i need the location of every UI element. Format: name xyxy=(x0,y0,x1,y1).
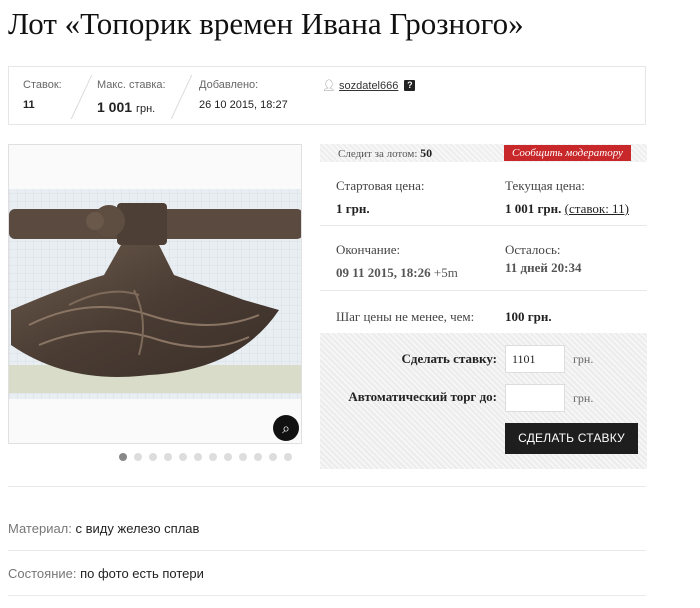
end-date: 09 11 2015, 18:26 xyxy=(336,265,431,280)
maxbid-stat: Макс. ставка: 1 001 грн. xyxy=(97,79,166,115)
current-price-label: Текущая цена: xyxy=(505,178,585,193)
bids-label: Ставок: xyxy=(23,79,62,91)
bid-unit: грн. xyxy=(573,352,594,366)
pagination-dot[interactable] xyxy=(179,453,187,461)
start-price: Стартовая цена: 1 грн. xyxy=(336,178,424,217)
zoom-icon[interactable]: ⌕ xyxy=(273,415,299,441)
bid-label: Сделать ставку: xyxy=(401,351,497,366)
current-price-amount: 1 001 грн. xyxy=(505,201,562,216)
divider xyxy=(70,75,93,119)
left-value: 11 дней 20:34 xyxy=(505,260,582,275)
pagination-dot[interactable] xyxy=(254,453,262,461)
maxbid-amount: 1 001 xyxy=(97,99,133,115)
pagination-dot[interactable] xyxy=(239,453,247,461)
axe-photo xyxy=(9,189,301,399)
image-pagination xyxy=(119,453,292,461)
added-value: 26 10 2015, 18:27 xyxy=(199,99,288,111)
end-tz: +5m xyxy=(433,265,458,280)
auto-bid-input[interactable] xyxy=(505,384,565,412)
pagination-dot[interactable] xyxy=(224,453,232,461)
pagination-dot[interactable] xyxy=(119,453,127,461)
end-time: Окончание: 09 11 2015, 18:26 +5m xyxy=(336,242,458,281)
attribute-key: Состояние: xyxy=(8,566,77,581)
start-price-value: 1 грн. xyxy=(336,201,370,216)
divider xyxy=(8,486,646,487)
left-label: Осталось: xyxy=(505,242,561,257)
pagination-dot[interactable] xyxy=(194,453,202,461)
lot-stats-bar: Ставок: 11 Макс. ставка: 1 001 грн. Доба… xyxy=(8,66,646,125)
pagination-dot[interactable] xyxy=(284,453,292,461)
pagination-dot[interactable] xyxy=(149,453,157,461)
divider xyxy=(170,75,193,119)
divider xyxy=(320,290,647,291)
help-icon[interactable]: ? xyxy=(404,80,416,91)
start-price-label: Стартовая цена: xyxy=(336,178,425,193)
pagination-dot[interactable] xyxy=(209,453,217,461)
attribute-material: Материал: с виду железо сплав xyxy=(8,521,199,536)
pagination-dot[interactable] xyxy=(269,453,277,461)
bids-stat: Ставок: 11 xyxy=(23,79,62,111)
bids-link[interactable]: (ставок: 11) xyxy=(565,201,629,216)
attribute-condition: Состояние: по фото есть потери xyxy=(8,566,204,581)
place-bid-button[interactable]: СДЕЛАТЬ СТАВКУ xyxy=(505,423,638,454)
bids-value: 11 xyxy=(23,99,35,111)
end-value: 09 11 2015, 18:26 +5m xyxy=(336,265,458,281)
pagination-dot[interactable] xyxy=(164,453,172,461)
bid-amount-input[interactable]: 1101 xyxy=(505,345,565,373)
maxbid-unit: грн. xyxy=(135,103,156,115)
attribute-key: Материал: xyxy=(8,521,72,536)
maxbid-label: Макс. ставка: xyxy=(97,79,166,91)
end-label: Окончание: xyxy=(336,242,401,257)
followers-count: 50 xyxy=(420,146,433,160)
divider xyxy=(8,550,646,551)
current-price-value: 1 001 грн. (ставок: 11) xyxy=(505,201,629,217)
maxbid-value: 1 001 грн. xyxy=(97,99,166,115)
report-moderator-button[interactable]: Сообщить модератору xyxy=(504,145,631,161)
followers-label: Следит за лотом: xyxy=(338,148,418,160)
lot-image[interactable] xyxy=(8,144,302,444)
auto-bid-label: Автоматический торг до: xyxy=(348,389,497,404)
bid-form: Сделать ставку: 1101 грн. Автоматический… xyxy=(320,333,647,469)
attribute-value: с виду железо сплав xyxy=(75,521,200,536)
seller-link[interactable]: sozdatel666 xyxy=(339,80,398,92)
time-left: Осталось: 11 дней 20:34 xyxy=(505,242,581,276)
current-price: Текущая цена: 1 001 грн. (ставок: 11) xyxy=(505,178,629,217)
followers: Следит за лотом: 50 xyxy=(338,146,432,161)
seller-info: 👤︎ sozdatel666 ? xyxy=(322,79,416,92)
follow-bar: Следит за лотом: 50 Сообщить модератору xyxy=(320,144,647,162)
added-stat: Добавлено: 26 10 2015, 18:27 xyxy=(199,79,288,111)
divider xyxy=(320,225,647,226)
user-icon: 👤︎ xyxy=(322,80,336,92)
pagination-dot[interactable] xyxy=(134,453,142,461)
added-label: Добавлено: xyxy=(199,79,259,91)
attribute-value: по фото есть потери xyxy=(80,566,204,581)
auto-bid-unit: грн. xyxy=(573,391,594,405)
page-title: Лот «Топорик времен Ивана Грозного» xyxy=(8,6,524,41)
step-label: Шаг цены не менее, чем: xyxy=(336,309,475,324)
divider xyxy=(8,595,646,596)
step-value: 100 грн. xyxy=(505,309,552,324)
